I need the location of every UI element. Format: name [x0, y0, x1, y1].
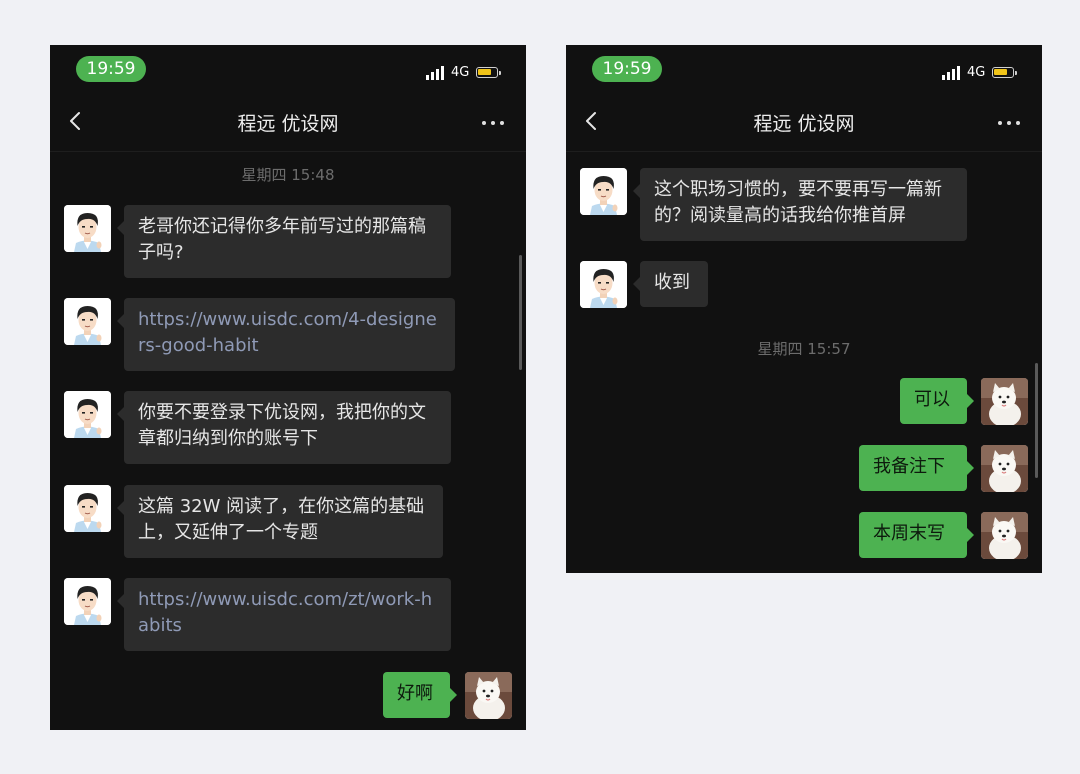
chat-title: 程远 优设网 — [237, 113, 339, 135]
my-avatar[interactable] — [981, 512, 1028, 559]
message-bubble-outgoing[interactable]: 本周末写 — [859, 512, 974, 558]
more-icon[interactable] — [998, 121, 1022, 127]
chat-screen-right: 19:59 4G 程远 优设网 这个职场习惯的，要不要再写一篇新的？阅读量高的话… — [566, 45, 1042, 573]
network-label: 4G — [451, 65, 470, 80]
message-bubble-incoming[interactable]: 老哥你还记得你多年前写过的那篇稿子吗? — [117, 205, 451, 278]
message-bubble-incoming[interactable]: 这个职场习惯的，要不要再写一篇新的？阅读量高的话我给你推首屏 — [633, 168, 967, 241]
contact-avatar[interactable] — [580, 168, 627, 215]
message-bubble-incoming[interactable]: 这篇 32W 阅读了，在你这篇的基础上，又延伸了一个专题 — [117, 485, 443, 558]
battery-icon — [992, 67, 1014, 78]
scrollbar[interactable] — [519, 255, 522, 370]
back-icon[interactable] — [580, 109, 604, 133]
contact-avatar[interactable] — [64, 298, 111, 345]
contact-avatar[interactable] — [64, 578, 111, 625]
chat-navbar: 程远 优设网 — [566, 93, 1042, 152]
more-icon[interactable] — [482, 121, 506, 127]
contact-avatar[interactable] — [64, 485, 111, 532]
contact-avatar[interactable] — [64, 205, 111, 252]
contact-avatar[interactable] — [580, 261, 627, 308]
my-avatar[interactable] — [981, 378, 1028, 425]
chat-screen-left: 19:59 4G 程远 优设网 星期四 15:48 老哥你还记得你多年前写过的那… — [50, 45, 526, 730]
chat-timestamp: 星期四 15:57 — [757, 340, 851, 358]
message-bubble-outgoing[interactable]: 我备注下 — [859, 445, 974, 491]
status-time: 19:59 — [76, 56, 146, 82]
message-link-incoming[interactable]: https://www.uisdc.com/zt/work-habits — [117, 578, 451, 651]
status-bar: 19:59 4G — [50, 45, 526, 93]
my-avatar[interactable] — [465, 672, 512, 719]
network-label: 4G — [967, 65, 986, 80]
chat-timestamp: 星期四 15:48 — [241, 166, 335, 184]
my-avatar[interactable] — [981, 445, 1028, 492]
message-bubble-incoming[interactable]: 收到 — [633, 261, 708, 307]
contact-avatar[interactable] — [64, 391, 111, 438]
status-bar: 19:59 4G — [566, 45, 1042, 93]
message-link-incoming[interactable]: https://www.uisdc.com/4-designers-good-h… — [117, 298, 455, 371]
chat-title: 程远 优设网 — [753, 113, 855, 135]
message-bubble-incoming[interactable]: 你要不要登录下优设网，我把你的文章都归纳到你的账号下 — [117, 391, 451, 464]
back-icon[interactable] — [64, 109, 88, 133]
status-time: 19:59 — [592, 56, 662, 82]
message-bubble-outgoing[interactable]: 好啊 — [383, 672, 457, 718]
message-bubble-outgoing[interactable]: 可以 — [900, 378, 974, 424]
chat-navbar: 程远 优设网 — [50, 93, 526, 152]
battery-icon — [476, 67, 498, 78]
scrollbar[interactable] — [1035, 363, 1038, 478]
